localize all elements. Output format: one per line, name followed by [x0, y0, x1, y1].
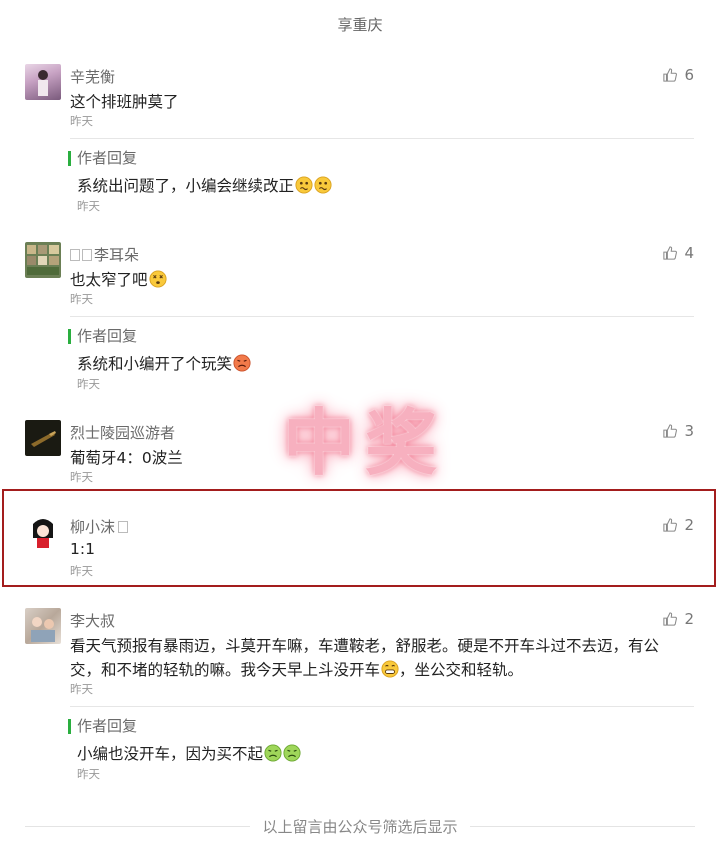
- avatar[interactable]: [25, 242, 61, 278]
- reply-time: 昨天: [77, 199, 100, 213]
- comment-time: 昨天: [70, 564, 93, 578]
- comment-text: 也太窄了吧: [70, 268, 167, 290]
- comment-time: 昨天: [70, 682, 93, 696]
- reply-text: 小编也没开车，因为买不起: [77, 742, 301, 764]
- comment-text: 这个排班肿莫了: [70, 93, 179, 111]
- avatar[interactable]: [25, 64, 61, 100]
- angry-face-icon: [233, 354, 251, 372]
- thumbs-up-icon: [663, 246, 678, 260]
- commenter-name[interactable]: 李大叔: [70, 610, 115, 631]
- like-button[interactable]: 6: [663, 66, 694, 84]
- comment-text-line: 看天气预报有暴雨迈，斗莫开车嘛，车遭鞍老，舒服老。硬是不开车斗过不去迈，有公: [70, 637, 660, 655]
- angry-face-icon: [283, 744, 301, 762]
- author-reply-label: 作者回复: [68, 151, 137, 166]
- comment-time: 昨天: [70, 292, 93, 306]
- author-reply-label: 作者回复: [68, 329, 137, 344]
- like-count: 2: [684, 610, 694, 628]
- like-count: 2: [684, 516, 694, 534]
- commenter-name[interactable]: 烈士陵园巡游者: [70, 422, 175, 443]
- commenter-name[interactable]: 柳小沫: [70, 516, 129, 537]
- commenter-name[interactable]: 辛芜衡: [70, 66, 115, 87]
- thumbs-up-icon: [663, 518, 678, 532]
- footer-notice: 以上留言由公众号筛选后显示: [0, 816, 720, 836]
- avatar[interactable]: [25, 420, 61, 456]
- divider: [70, 316, 694, 317]
- comment-text: 1:1: [70, 540, 95, 558]
- like-button[interactable]: 2: [663, 516, 694, 534]
- reply-time: 昨天: [77, 767, 100, 781]
- like-button[interactable]: 2: [663, 610, 694, 628]
- awkward-face-icon: [295, 176, 313, 194]
- reply-text: 系统和小编开了个玩笑: [77, 352, 251, 374]
- like-button[interactable]: 3: [663, 422, 694, 440]
- like-count: 6: [684, 66, 694, 84]
- like-count: 3: [684, 422, 694, 440]
- avatar[interactable]: [25, 608, 61, 644]
- page-title: 享重庆: [337, 16, 383, 34]
- commenter-name[interactable]: 李耳朵: [70, 244, 139, 265]
- thumbs-up-icon: [663, 612, 678, 626]
- comment-time: 昨天: [70, 114, 93, 128]
- divider: [70, 706, 694, 707]
- reply-text: 系统出问题了，小编会继续改正: [77, 174, 332, 196]
- prize-stamp: 中奖: [283, 401, 448, 485]
- comment-text-line: 交，和不堵的轻轨的嘛。我今天早上斗没开车 ，坐公交和轻轨。: [70, 660, 524, 679]
- comment-text: 葡萄牙4：0波兰: [70, 449, 183, 467]
- footer-text: 以上留言由公众号筛选后显示: [250, 818, 470, 836]
- thumbs-up-icon: [663, 68, 678, 82]
- comment-time: 昨天: [70, 470, 93, 484]
- winner-highlight-box: [2, 489, 716, 587]
- like-count: 4: [684, 244, 694, 262]
- angry-face-icon: [264, 744, 282, 762]
- avatar[interactable]: [25, 514, 61, 550]
- author-reply-label: 作者回复: [68, 719, 137, 734]
- awkward-face-icon: [314, 176, 332, 194]
- like-button[interactable]: 4: [663, 244, 694, 262]
- reply-time: 昨天: [77, 377, 100, 391]
- divider: [70, 138, 694, 139]
- grinning-face-icon: [381, 660, 399, 678]
- thumbs-up-icon: [663, 424, 678, 438]
- dizzy-face-icon: [148, 270, 167, 288]
